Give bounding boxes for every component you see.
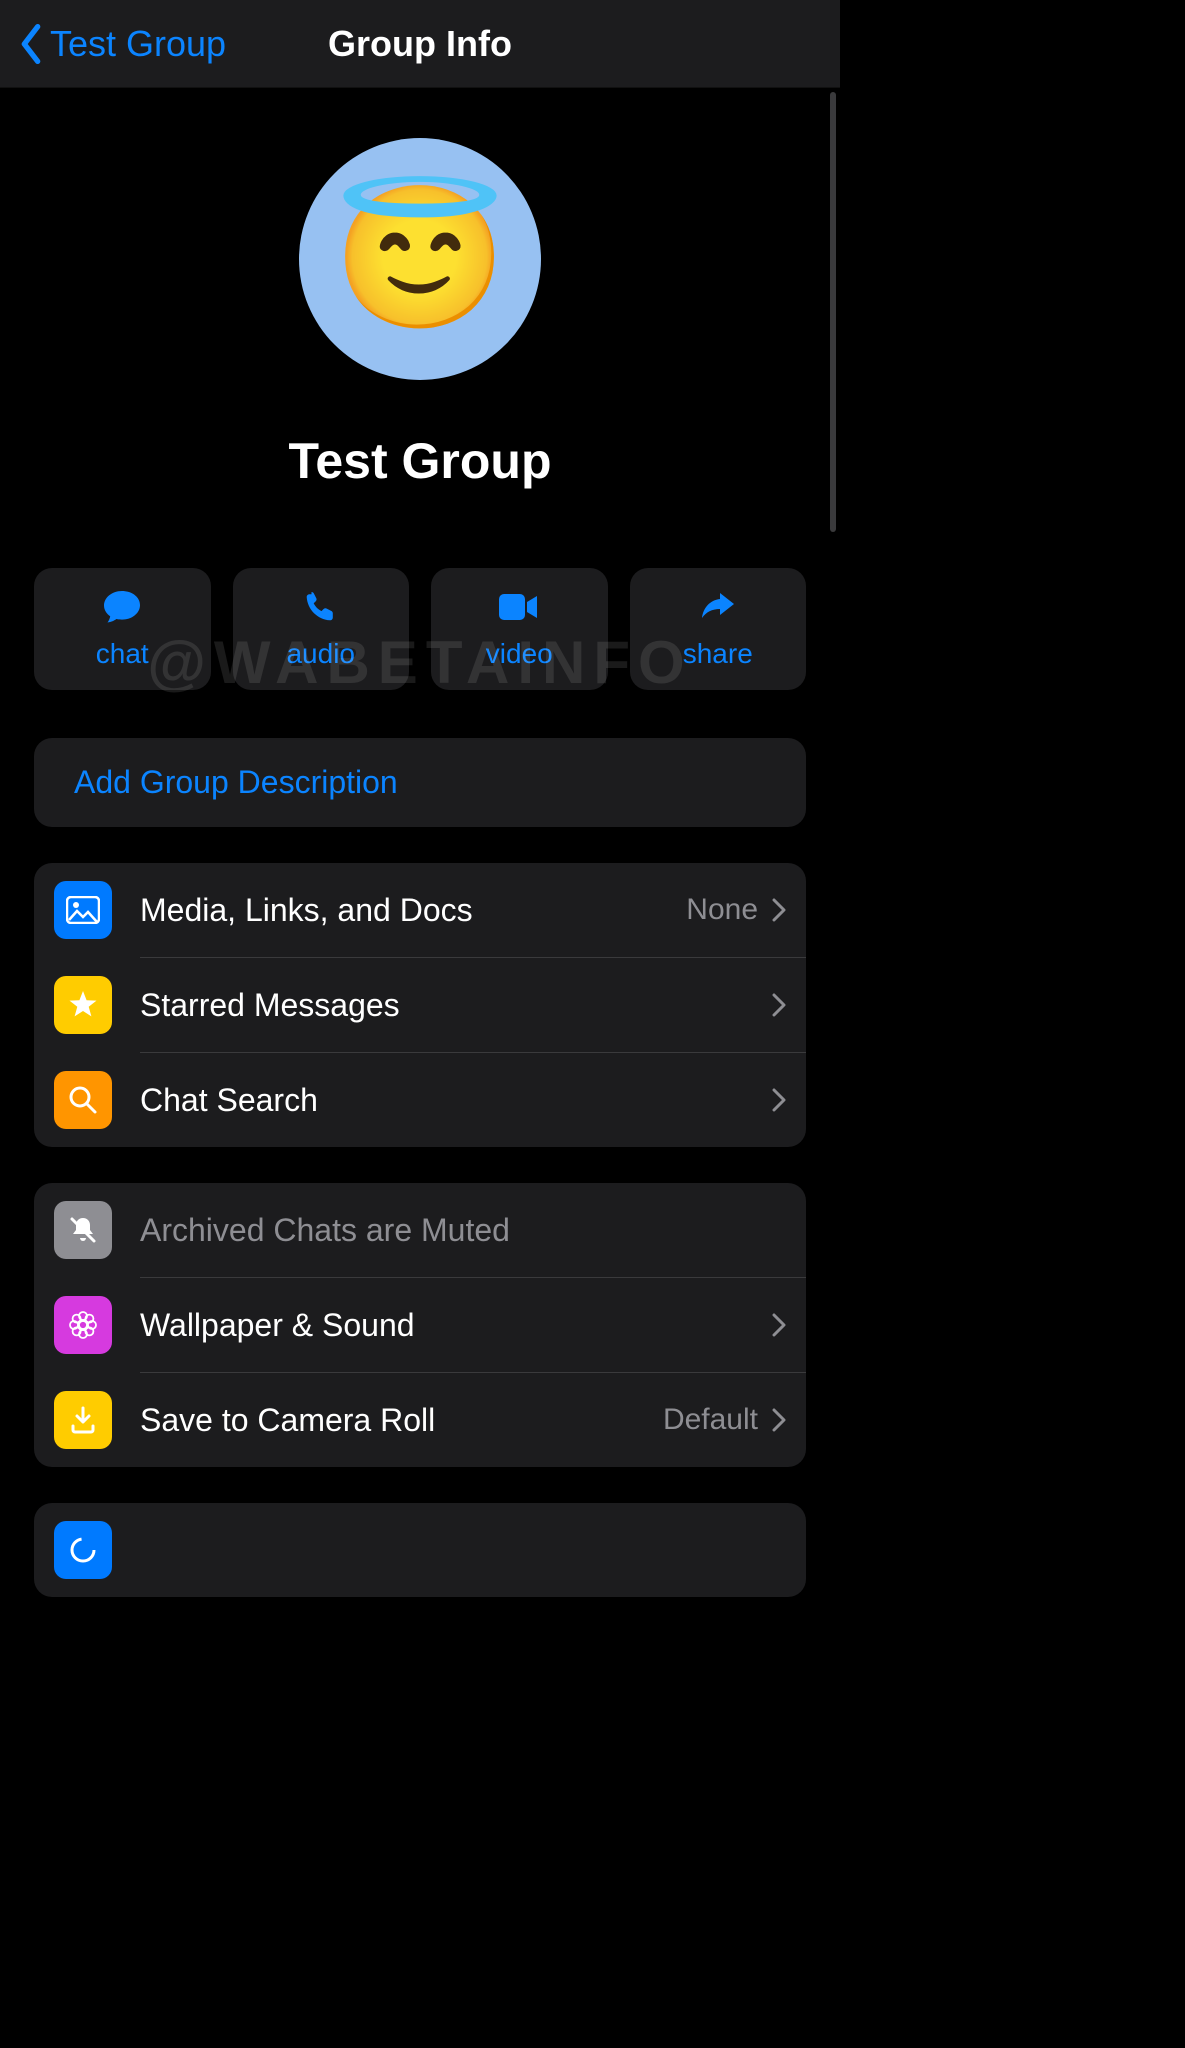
chevron-right-icon — [772, 1088, 786, 1112]
chevron-right-icon — [772, 1313, 786, 1337]
circle-icon — [54, 1521, 112, 1579]
chat-button[interactable]: chat — [34, 568, 211, 690]
chevron-right-icon — [772, 1408, 786, 1432]
video-label: video — [486, 638, 553, 670]
section-next-partial — [34, 1503, 806, 1597]
row-label: Wallpaper & Sound — [140, 1307, 772, 1344]
row-partial[interactable] — [34, 1503, 806, 1597]
navigation-bar: Test Group Group Info — [0, 0, 840, 88]
add-description-button[interactable]: Add Group Description — [34, 738, 806, 827]
app-viewport: Test Group Group Info 😇 Test Group @WABE… — [0, 0, 840, 2048]
section-settings: Archived Chats are Muted Wallpaper & Sou… — [34, 1183, 806, 1467]
section-media: Media, Links, and Docs None Starred Mess… — [34, 863, 806, 1147]
star-icon — [54, 976, 112, 1034]
row-starred-messages[interactable]: Starred Messages — [34, 958, 806, 1052]
description-card: Add Group Description — [34, 738, 806, 827]
action-row: chat audio video share — [34, 568, 806, 690]
back-label: Test Group — [50, 23, 226, 65]
audio-button[interactable]: audio — [233, 568, 410, 690]
chevron-right-icon — [772, 993, 786, 1017]
chat-label: chat — [96, 638, 149, 670]
row-media-links-docs[interactable]: Media, Links, and Docs None — [34, 863, 806, 957]
row-label: Chat Search — [140, 1082, 772, 1119]
share-button[interactable]: share — [630, 568, 807, 690]
content-area: 😇 Test Group @WABETAINFO chat audio — [0, 88, 840, 1597]
flower-icon — [54, 1296, 112, 1354]
back-button[interactable]: Test Group — [0, 23, 226, 65]
share-arrow-icon — [698, 588, 738, 626]
group-header: 😇 Test Group — [34, 88, 806, 490]
group-name: Test Group — [289, 432, 552, 490]
row-label: Starred Messages — [140, 987, 772, 1024]
photo-icon — [54, 881, 112, 939]
video-icon — [497, 588, 541, 626]
row-wallpaper-sound[interactable]: Wallpaper & Sound — [34, 1278, 806, 1372]
scrollbar[interactable] — [830, 92, 836, 532]
share-label: share — [683, 638, 753, 670]
row-value: Default — [663, 1403, 758, 1437]
video-button[interactable]: video — [431, 568, 608, 690]
muted-bell-icon — [54, 1201, 112, 1259]
chevron-left-icon — [18, 24, 44, 64]
phone-icon — [303, 588, 339, 626]
row-archived-muted: Archived Chats are Muted — [34, 1183, 806, 1277]
audio-label: audio — [286, 638, 355, 670]
row-label: Media, Links, and Docs — [140, 892, 686, 929]
row-value: None — [686, 893, 758, 927]
avatar-emoji: 😇 — [333, 177, 507, 341]
row-save-camera-roll[interactable]: Save to Camera Roll Default — [34, 1373, 806, 1467]
download-icon — [54, 1391, 112, 1449]
chevron-right-icon — [772, 898, 786, 922]
search-icon — [54, 1071, 112, 1129]
row-chat-search[interactable]: Chat Search — [34, 1053, 806, 1147]
chat-icon — [102, 588, 142, 626]
row-label: Save to Camera Roll — [140, 1402, 663, 1439]
row-label: Archived Chats are Muted — [140, 1212, 786, 1249]
page-title: Group Info — [328, 23, 512, 65]
group-avatar[interactable]: 😇 — [299, 138, 541, 380]
